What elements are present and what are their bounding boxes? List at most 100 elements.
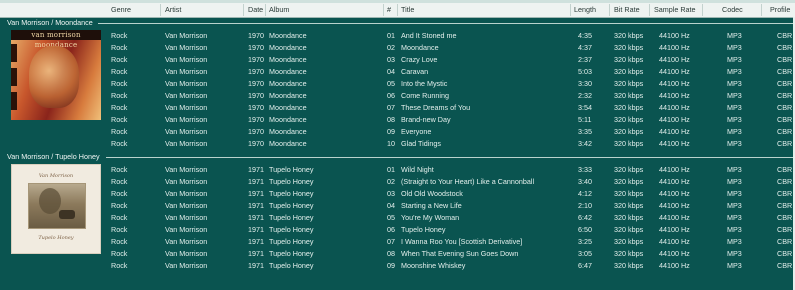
track-sample: 44100 Hz — [659, 127, 690, 136]
track-bitrate: 320 kbps — [614, 103, 644, 112]
track-row[interactable]: Rock Van Morrison 1971 Tupelo Honey 05 You're… — [0, 212, 795, 224]
track-bitrate: 320 kbps — [614, 139, 644, 148]
track-genre: Rock — [111, 139, 128, 148]
track-artist: Van Morrison — [165, 139, 208, 148]
column-header-length[interactable]: Length — [574, 3, 596, 17]
track-genre: Rock — [111, 31, 128, 40]
track-row[interactable]: Rock Van Morrison 1971 Tupelo Honey 08 When T… — [0, 248, 795, 260]
track-profile: CBR — [777, 127, 793, 136]
track-album: Moondance — [269, 91, 307, 100]
track-row[interactable]: Rock Van Morrison 1970 Moondance 07 These Dre… — [0, 102, 795, 114]
track-row[interactable]: Rock Van Morrison 1970 Moondance 05 Into the … — [0, 78, 795, 90]
track-row[interactable]: Rock Van Morrison 1971 Tupelo Honey 03 Old Ol… — [0, 188, 795, 200]
track-length: 4:35 — [578, 31, 592, 40]
column-header-title[interactable]: Title — [401, 3, 414, 17]
track-row[interactable]: Rock Van Morrison 1971 Tupelo Honey 01 Wild N… — [0, 164, 795, 176]
track-genre: Rock — [111, 127, 128, 136]
track-profile: CBR — [777, 115, 793, 124]
track-album: Moondance — [269, 31, 307, 40]
track-profile: CBR — [777, 225, 793, 234]
track-profile: CBR — [777, 91, 793, 100]
track-row[interactable]: Rock Van Morrison 1971 Tupelo Honey 09 Moonsh… — [0, 260, 795, 272]
column-header-genre[interactable]: Genre — [111, 3, 131, 17]
track-row[interactable]: Rock Van Morrison 1970 Moondance 08 Brand-new… — [0, 114, 795, 126]
track-row[interactable]: Rock Van Morrison 1970 Moondance 02 Moondance… — [0, 42, 795, 54]
column-header-track-number[interactable]: # — [387, 3, 391, 17]
track-row[interactable]: Rock Van Morrison 1971 Tupelo Honey 07 I Wann… — [0, 236, 795, 248]
column-header-artist[interactable]: Artist — [165, 3, 181, 17]
track-num: 04 — [387, 67, 395, 76]
column-header-sample-rate[interactable]: Sample Rate — [654, 3, 696, 17]
track-bitrate: 320 kbps — [614, 127, 644, 136]
track-sample: 44100 Hz — [659, 213, 690, 222]
track-row[interactable]: Rock Van Morrison 1971 Tupelo Honey 02 (Strai… — [0, 176, 795, 188]
group-divider — [106, 157, 795, 158]
track-row[interactable]: Rock Van Morrison 1970 Moondance 01 And It St… — [0, 30, 795, 42]
column-divider[interactable] — [243, 4, 244, 16]
track-album: Tupelo Honey — [269, 225, 314, 234]
column-header-bit-rate[interactable]: Bit Rate — [614, 3, 640, 17]
track-codec: MP3 — [727, 55, 742, 64]
column-divider[interactable] — [570, 4, 571, 16]
track-num: 03 — [387, 189, 395, 198]
track-artist: Van Morrison — [165, 249, 208, 258]
track-artist: Van Morrison — [165, 43, 208, 52]
track-length: 3:25 — [578, 237, 592, 246]
track-title: And It Stoned me — [401, 31, 457, 40]
track-length: 2:37 — [578, 55, 592, 64]
track-genre: Rock — [111, 177, 128, 186]
column-divider[interactable] — [397, 4, 398, 16]
track-title: Caravan — [401, 67, 429, 76]
track-row[interactable]: Rock Van Morrison 1970 Moondance 04 Caravan 5:… — [0, 66, 795, 78]
column-divider[interactable] — [609, 4, 610, 16]
album-group-header[interactable]: Van Morrison / Moondance — [7, 18, 93, 28]
column-header-album[interactable]: Album — [269, 3, 289, 17]
track-bitrate: 320 kbps — [614, 55, 644, 64]
track-sample: 44100 Hz — [659, 103, 690, 112]
track-codec: MP3 — [727, 67, 742, 76]
track-album: Moondance — [269, 115, 307, 124]
track-num: 07 — [387, 237, 395, 246]
track-num: 01 — [387, 31, 395, 40]
track-row[interactable]: Rock Van Morrison 1970 Moondance 03 Crazy Lov… — [0, 54, 795, 66]
track-bitrate: 320 kbps — [614, 237, 644, 246]
track-genre: Rock — [111, 67, 128, 76]
track-artist: Van Morrison — [165, 127, 208, 136]
track-row[interactable]: Rock Van Morrison 1970 Moondance 10 Glad Tidi… — [0, 138, 795, 150]
track-row[interactable]: Rock Van Morrison 1970 Moondance 09 Everyone 3… — [0, 126, 795, 138]
track-album: Moondance — [269, 79, 307, 88]
column-divider[interactable] — [702, 4, 703, 16]
track-artist: Van Morrison — [165, 165, 208, 174]
track-num: 02 — [387, 177, 395, 186]
track-row[interactable]: Rock Van Morrison 1970 Moondance 06 Come Runn… — [0, 90, 795, 102]
track-row[interactable]: Rock Van Morrison 1971 Tupelo Honey 06 Tupelo… — [0, 224, 795, 236]
track-bitrate: 320 kbps — [614, 67, 644, 76]
column-divider[interactable] — [160, 4, 161, 16]
column-header-codec[interactable]: Codec — [722, 3, 743, 17]
track-title: Crazy Love — [401, 55, 438, 64]
track-codec: MP3 — [727, 225, 742, 234]
column-header-profile[interactable]: Profile — [770, 3, 790, 17]
track-bitrate: 320 kbps — [614, 91, 644, 100]
track-profile: CBR — [777, 213, 793, 222]
track-artist: Van Morrison — [165, 79, 208, 88]
track-sample: 44100 Hz — [659, 139, 690, 148]
track-codec: MP3 — [727, 103, 742, 112]
column-divider[interactable] — [649, 4, 650, 16]
track-artist: Van Morrison — [165, 31, 208, 40]
column-header-date[interactable]: Date — [248, 3, 263, 17]
track-sample: 44100 Hz — [659, 31, 690, 40]
column-divider[interactable] — [761, 4, 762, 16]
album-group-header[interactable]: Van Morrison / Tupelo Honey — [7, 152, 100, 162]
track-sample: 44100 Hz — [659, 67, 690, 76]
track-codec: MP3 — [727, 79, 742, 88]
column-divider[interactable] — [265, 4, 266, 16]
track-artist: Van Morrison — [165, 177, 208, 186]
track-profile: CBR — [777, 67, 793, 76]
track-sample: 44100 Hz — [659, 177, 690, 186]
track-bitrate: 320 kbps — [614, 43, 644, 52]
track-row[interactable]: Rock Van Morrison 1971 Tupelo Honey 04 Starti… — [0, 200, 795, 212]
track-profile: CBR — [777, 177, 793, 186]
column-divider[interactable] — [383, 4, 384, 16]
track-artist: Van Morrison — [165, 115, 208, 124]
